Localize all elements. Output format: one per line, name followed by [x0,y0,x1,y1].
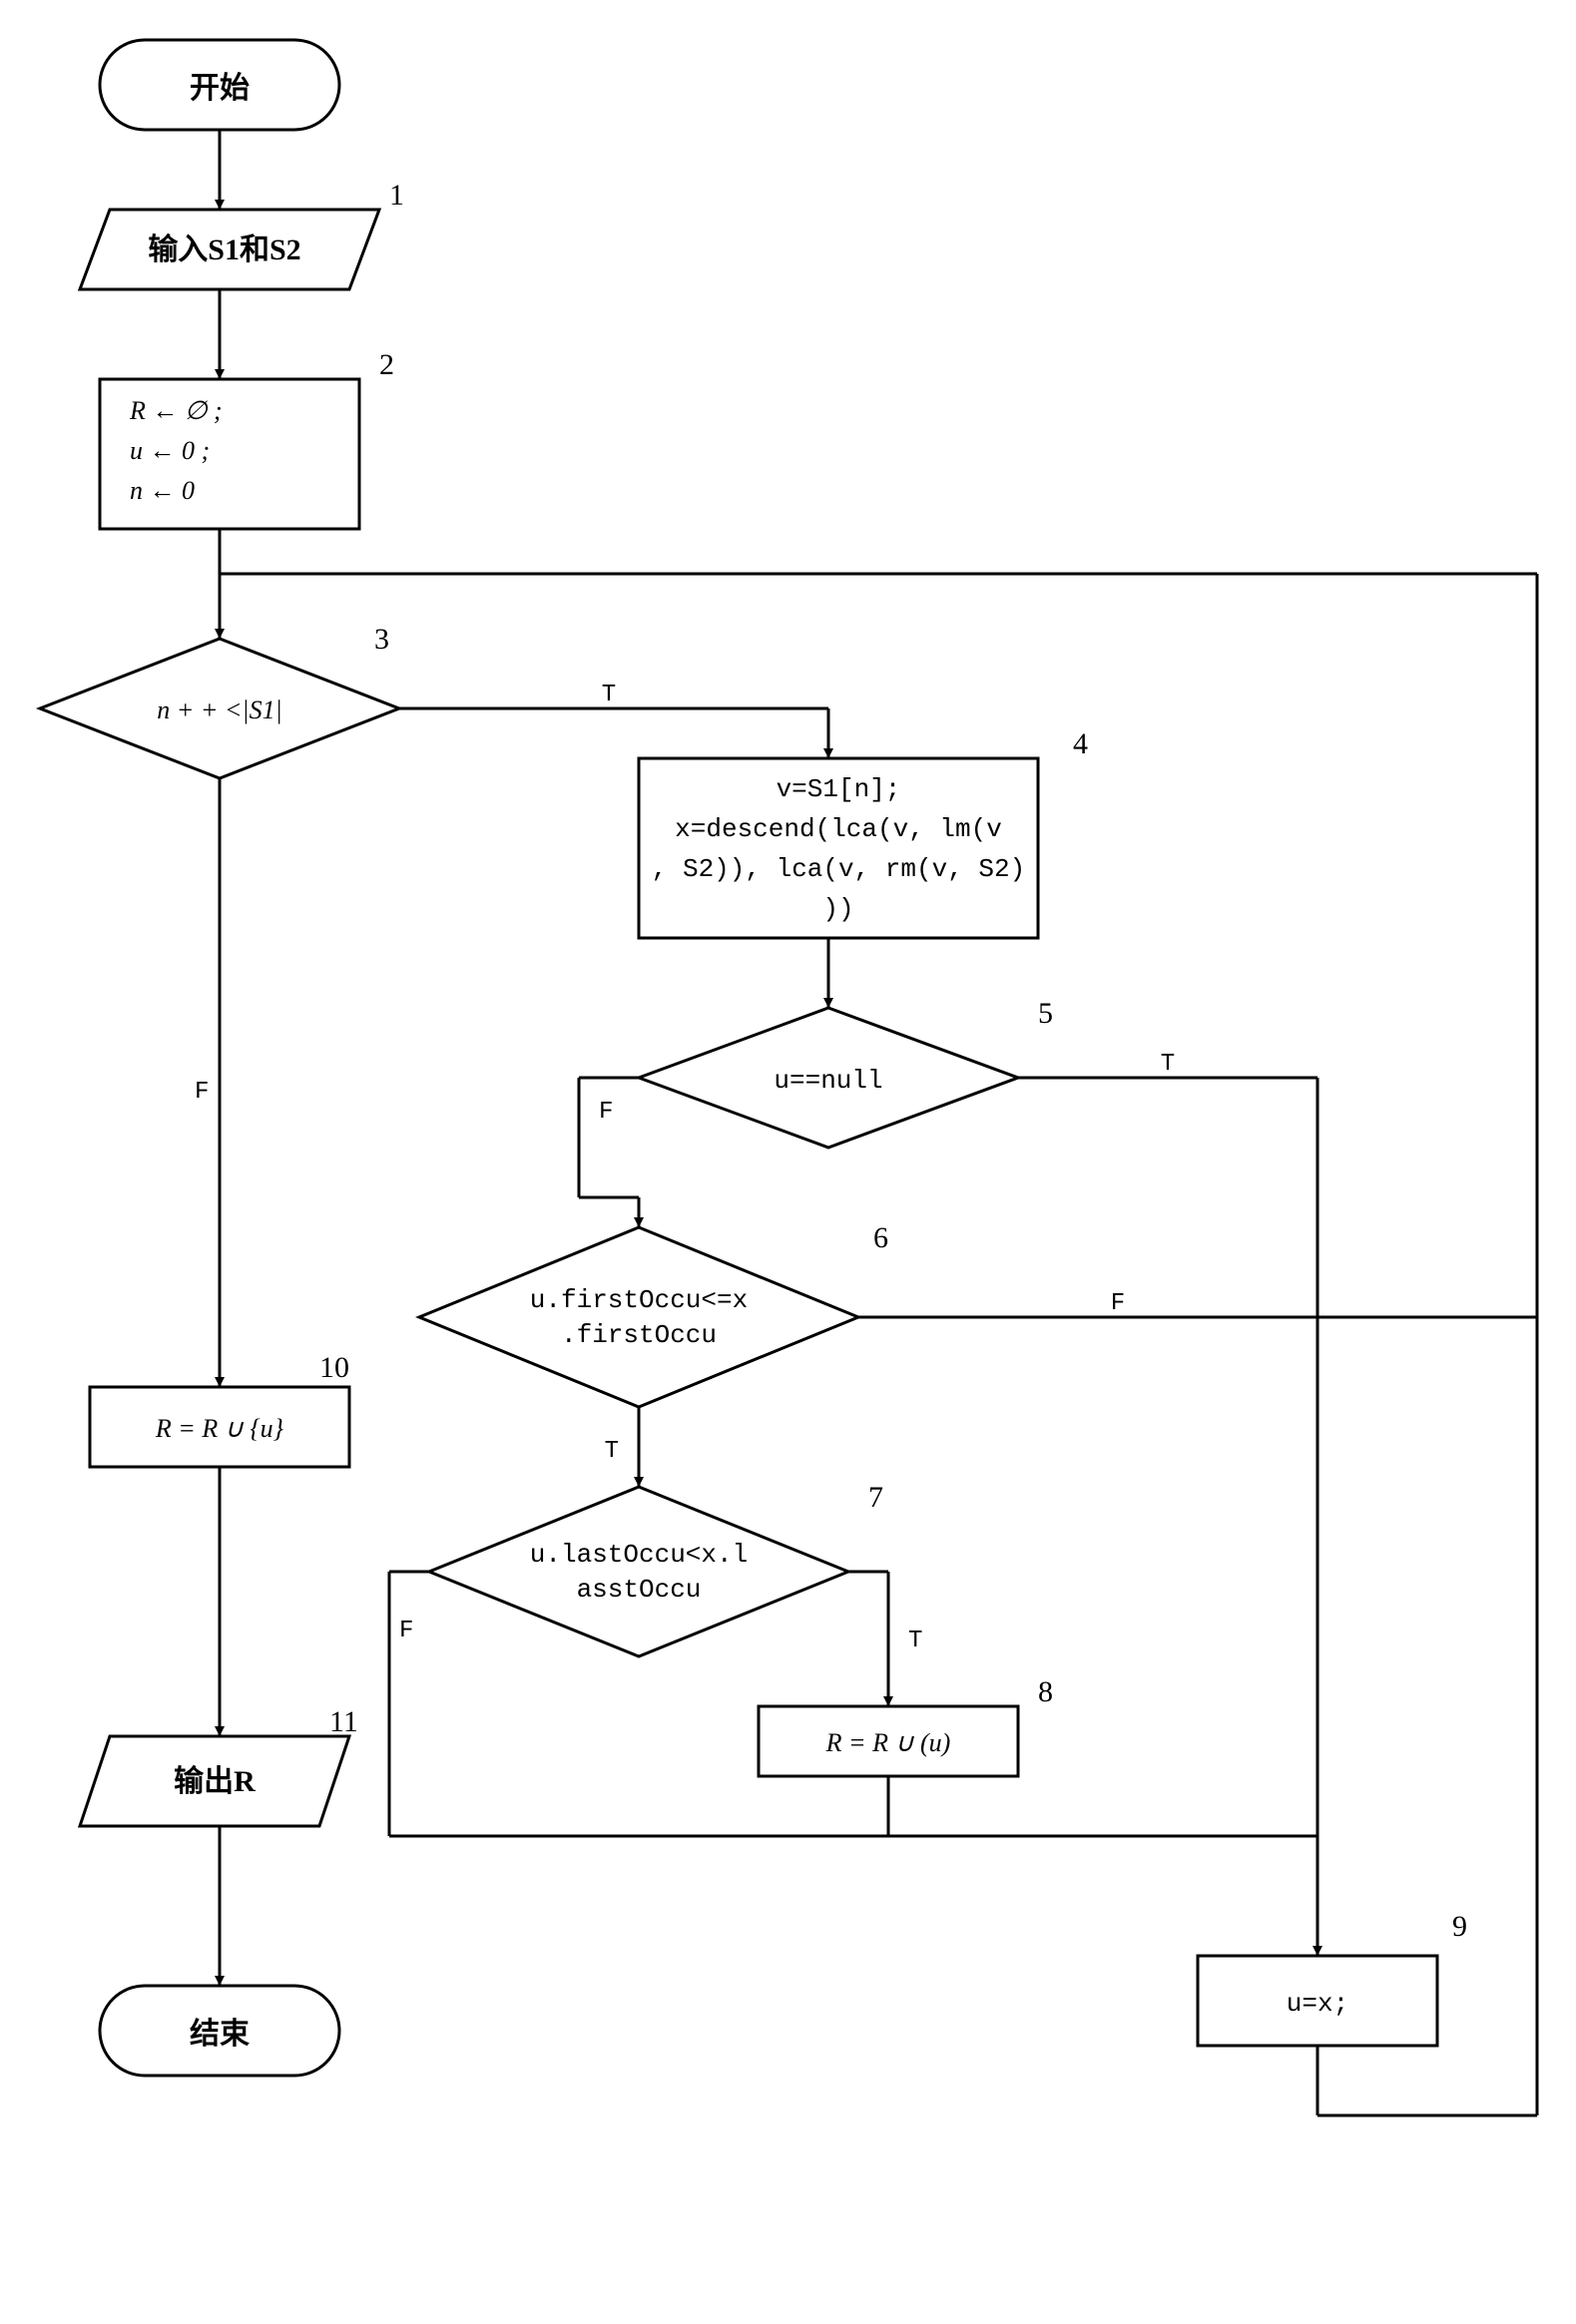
cond-last-line-1: asstOccu [577,1575,702,1605]
edge-f-6: F [1111,1290,1125,1317]
edge-f-5: F [599,1099,613,1126]
node-compute: v=S1[n]; x=descend(lca(v, lm(v , S2)), l… [639,727,1088,938]
union10-label: R = R ∪ {u} [155,1414,284,1443]
compute-line-1: x=descend(lca(v, lm(v [675,814,1002,844]
node-cond-last: u.lastOccu<x.l asstOccu 7 [429,1481,883,1656]
init-line-0: R ← ∅ ; [129,396,223,425]
node-cond-n: n + + <|S1| 3 [40,623,399,778]
num-4: 4 [1073,727,1088,760]
node-input: 输入S1和S2 1 [80,179,404,289]
compute-line-3: )) [822,894,853,924]
num-5: 5 [1038,997,1053,1030]
node-end: 结束 [100,1986,339,2076]
node-union8: R = R ∪ (u) 8 [759,1675,1053,1776]
num-10: 10 [319,1351,349,1384]
output-label: 输出R [174,1765,256,1798]
num-2: 2 [379,348,394,381]
num-6: 6 [873,1221,888,1254]
compute-line-0: v=S1[n]; [777,774,901,804]
edge-f-3: F [195,1079,209,1106]
end-label: 结束 [190,2018,250,2051]
node-cond-null: u==null 5 [639,997,1053,1148]
num-9: 9 [1452,1910,1467,1943]
union8-label: R = R ∪ (u) [825,1728,951,1757]
compute-line-2: , S2)), lca(v, rm(v, S2) [652,854,1025,884]
edge-f-7: F [399,1618,413,1644]
init-line-1: u ← 0 ; [130,436,210,465]
input-label: 输入S1和S2 [148,233,300,266]
num-8: 8 [1038,1675,1053,1708]
cond-first-line-0: u.firstOccu<=x [530,1285,748,1315]
node-assign9: u=x; 9 [1198,1910,1467,2046]
node-init: R ← ∅ ; u ← 0 ; n ← 0 2 [100,348,394,529]
cond-last-line-0: u.lastOccu<x.l [530,1540,748,1570]
edge-t-6: T [605,1438,619,1465]
node-cond-first: u.firstOccu<=x .firstOccu 6 [419,1221,888,1407]
num-7: 7 [868,1481,883,1514]
num-11: 11 [329,1705,358,1738]
num-1: 1 [389,179,404,212]
init-line-2: n ← 0 [130,476,195,505]
num-3: 3 [374,623,389,656]
start-label: 开始 [190,72,250,105]
node-start: 开始 [100,40,339,130]
edge-t-7: T [908,1627,922,1654]
cond-first-line-1: .firstOccu [561,1320,717,1350]
cond-null-label: u==null [774,1066,882,1096]
cond-n-label: n + + <|S1| [157,696,281,724]
edge-t-5: T [1161,1051,1175,1078]
edge-t-1: T [602,682,616,708]
assign9-label: u=x; [1287,1989,1348,2019]
